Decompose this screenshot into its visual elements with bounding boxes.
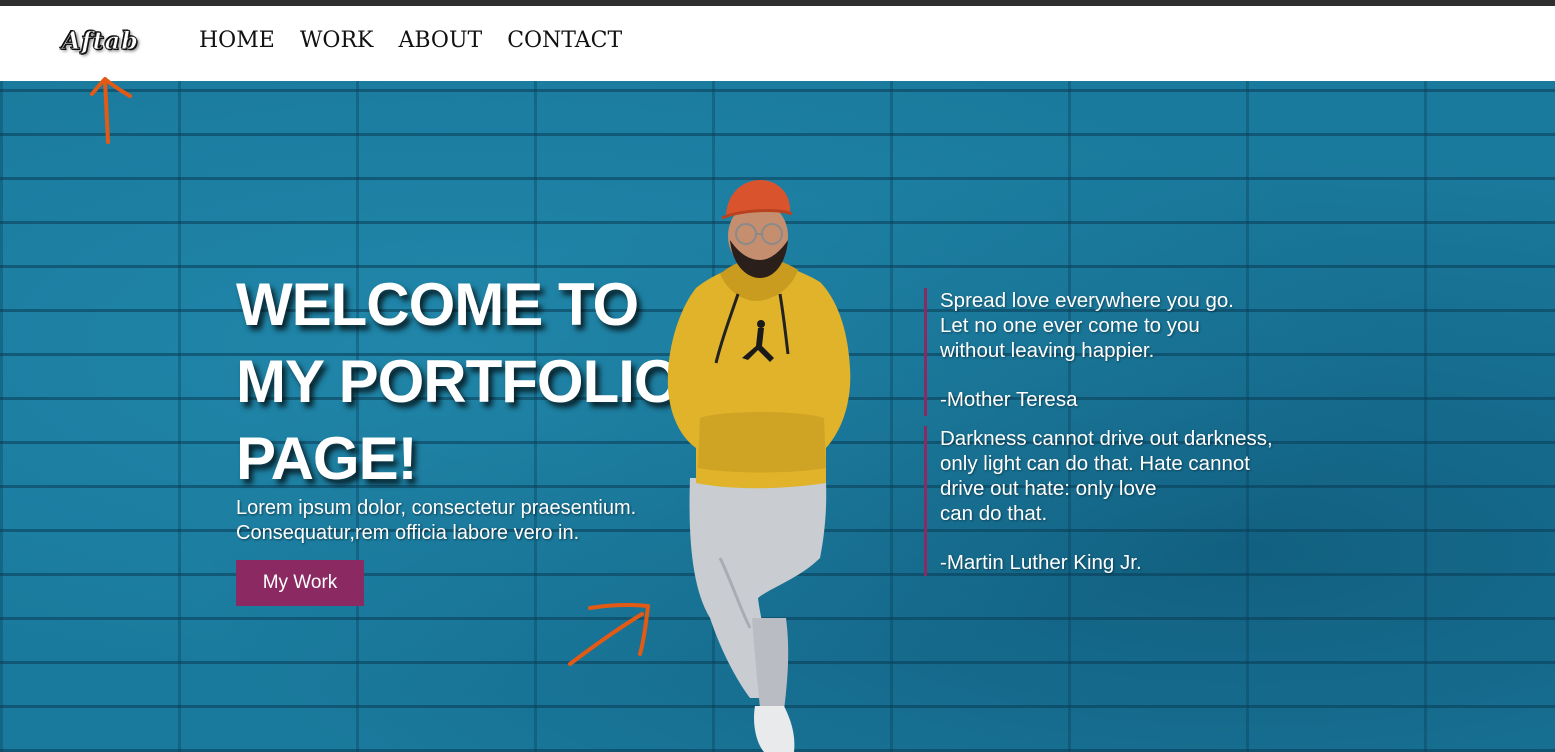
hero-heading-line: WELCOME TO — [236, 271, 639, 338]
hero-subtext-line: Consequatur,rem officia labore vero in. — [236, 522, 580, 544]
quote-line: drive out hate: only love — [940, 477, 1157, 500]
quote-author: -Martin Luther King Jr. — [940, 551, 1142, 574]
quote-mother-teresa: Spread love everywhere you go. Let no on… — [924, 288, 1234, 416]
quote-line: Darkness cannot drive out darkness, — [940, 427, 1273, 450]
nav-contact[interactable]: CONTACT — [507, 28, 622, 53]
hero-heading: WELCOME TO MY PORTFOLIO PAGE! — [236, 266, 706, 497]
portrait-photo — [667, 180, 851, 752]
quote-line: can do that. — [940, 502, 1048, 525]
arrow-diagonal-icon — [568, 602, 650, 666]
navbar: Aftab HOME WORK ABOUT CONTACT — [0, 6, 1555, 81]
nav-work[interactable]: WORK — [300, 28, 374, 53]
quote-line: Let no one ever come to you — [940, 314, 1200, 337]
quote-martin-luther-king: Darkness cannot drive out darkness, only… — [924, 426, 1273, 576]
hero-subtext: Lorem ipsum dolor, consectetur praesenti… — [236, 496, 706, 546]
nav-menu: HOME WORK ABOUT CONTACT — [199, 28, 647, 53]
nav-home[interactable]: HOME — [199, 28, 275, 53]
quote-line: without leaving happier. — [940, 339, 1155, 362]
nav-about[interactable]: ABOUT — [398, 28, 482, 53]
quote-line: Spread love everywhere you go. — [940, 289, 1235, 312]
quote-author: -Mother Teresa — [940, 388, 1078, 411]
arrow-up-icon — [90, 77, 132, 144]
hero-heading-line: MY PORTFOLIO — [236, 348, 681, 415]
my-work-button[interactable]: My Work — [236, 560, 364, 606]
quote-line: only light can do that. Hate cannot — [940, 452, 1250, 475]
hero-heading-line: PAGE! — [236, 425, 418, 492]
logo[interactable]: Aftab — [62, 26, 142, 66]
hero-subtext-line: Lorem ipsum dolor, consectetur praesenti… — [236, 497, 637, 519]
